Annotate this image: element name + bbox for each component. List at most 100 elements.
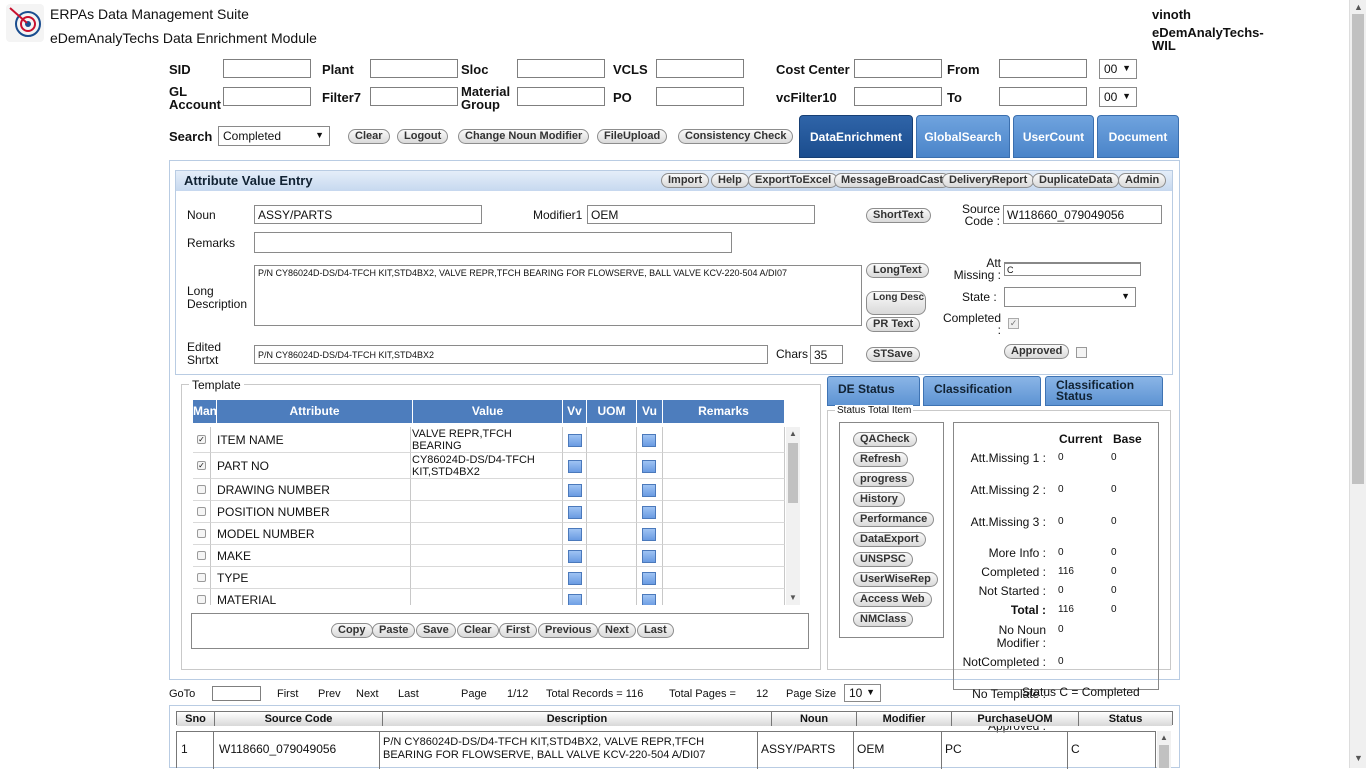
tab-user-count[interactable]: UserCount [1013,115,1094,158]
value-picker-button[interactable] [568,483,582,497]
source-code-field[interactable]: W118660_079049056 [1003,205,1162,224]
uom-picker-button[interactable] [642,527,656,541]
uom-picker-button[interactable] [642,593,656,605]
value-picker-button[interactable] [568,505,582,519]
change-noun-modifier-button[interactable]: Change Noun Modifier [458,129,590,144]
clear-button[interactable]: Clear [348,129,390,144]
goto-input[interactable] [212,686,261,701]
long-desc-button[interactable]: Long Desc [866,291,926,315]
scroll-up-icon[interactable]: ▲ [1160,733,1168,742]
pager-prev-link[interactable]: Prev [318,688,341,700]
tab-data-enrichment[interactable]: DataEnrichment [799,115,913,158]
uom-picker-button[interactable] [642,483,656,497]
modifier-field[interactable]: OEM [587,205,815,224]
approved-checkbox[interactable] [1076,347,1087,358]
template-scrollbar[interactable]: ▲ ▼ [786,427,800,605]
refresh-button[interactable]: Refresh [853,452,908,467]
progress-button[interactable]: progress [853,472,915,487]
access-web-button[interactable]: Access Web [853,592,932,607]
long-text-button[interactable]: LongText [866,263,929,278]
scroll-up-icon[interactable]: ▲ [1354,2,1363,12]
gl-account-input[interactable] [223,87,311,106]
mandatory-checkbox[interactable] [197,594,206,604]
from-time-select[interactable]: 00 ▼ [1099,59,1137,79]
duplicate-data-button[interactable]: DuplicateData [1032,173,1120,188]
message-broadcast-button[interactable]: MessageBroadCast [834,173,951,188]
consistency-check-button[interactable]: Consistency Check [678,129,794,144]
search-status-select[interactable]: Completed ▼ [218,126,330,146]
uom-picker-button[interactable] [642,459,656,473]
mandatory-checkbox[interactable] [197,484,206,494]
att-missing-field[interactable]: C [1004,262,1141,276]
uom-picker-button[interactable] [642,571,656,585]
next-button[interactable]: Next [598,623,636,638]
scroll-thumb[interactable] [788,443,798,503]
sid-input[interactable] [223,59,311,78]
last-button[interactable]: Last [637,623,674,638]
scroll-down-icon[interactable]: ▼ [789,593,797,602]
delivery-report-button[interactable]: DeliveryReport [942,173,1035,188]
attribute-value[interactable]: VALVE REPR,TFCH BEARING [412,428,560,452]
mandatory-checkbox[interactable]: ✓ [197,460,206,470]
st-save-button[interactable]: STSave [866,347,920,362]
edited-shrtxt-field[interactable]: P/N CY86024D-DS/D4-TFCH KIT,STD4BX2 [254,345,768,364]
state-select[interactable]: ▼ [1004,287,1136,307]
mandatory-checkbox[interactable] [197,550,206,560]
uom-picker-button[interactable] [642,433,656,447]
scroll-thumb[interactable] [1159,745,1169,768]
tab-classification-status[interactable]: Classification Status [1045,376,1163,406]
table-row[interactable]: ✓ PART NO CY86024D-DS/D4-TFCH KIT,STD4BX2 [193,453,785,479]
mandatory-checkbox[interactable] [197,572,206,582]
table-row[interactable]: MATERIAL [193,589,785,605]
scroll-down-icon[interactable]: ▼ [1354,753,1363,763]
tab-de-status[interactable]: DE Status [827,376,920,406]
noun-field[interactable]: ASSY/PARTS [254,205,482,224]
sloc-input[interactable] [517,59,605,78]
from-date-input[interactable] [999,59,1087,78]
tab-document[interactable]: Document [1097,115,1179,158]
scroll-up-icon[interactable]: ▲ [789,429,797,438]
help-button[interactable]: Help [711,173,749,188]
export-to-excel-button[interactable]: ExportToExcel [748,173,839,188]
vcfilter10-input[interactable] [854,87,942,106]
to-time-select[interactable]: 00 ▼ [1099,87,1137,107]
material-group-input[interactable] [517,87,605,106]
completed-checkbox[interactable]: ✓ [1008,318,1019,329]
pr-text-button[interactable]: PR Text [866,317,921,332]
value-picker-button[interactable] [568,571,582,585]
pager-first-link[interactable]: First [277,688,298,700]
table-row[interactable]: 1 W118660_079049056 P/N CY86024D-DS/D4-T… [176,731,1156,769]
performance-button[interactable]: Performance [853,512,935,527]
table-row[interactable]: MAKE [193,545,785,567]
save-button[interactable]: Save [416,623,456,638]
admin-button[interactable]: Admin [1118,173,1167,188]
cost-center-input[interactable] [854,59,942,78]
file-upload-button[interactable]: FileUpload [597,129,668,144]
table-row[interactable]: TYPE [193,567,785,589]
table-row[interactable]: POSITION NUMBER [193,501,785,523]
value-picker-button[interactable] [568,527,582,541]
qa-check-button[interactable]: QACheck [853,432,917,447]
template-clear-button[interactable]: Clear [457,623,499,638]
value-picker-button[interactable] [568,459,582,473]
uom-picker-button[interactable] [642,549,656,563]
mandatory-checkbox[interactable]: ✓ [197,434,206,444]
user-wise-rep-button[interactable]: UserWiseRep [853,572,938,587]
mandatory-checkbox[interactable] [197,528,206,538]
tab-classification[interactable]: Classification [923,376,1041,406]
pager-next-link[interactable]: Next [356,688,379,700]
mandatory-checkbox[interactable] [197,506,206,516]
pager-last-link[interactable]: Last [398,688,419,700]
attribute-value[interactable]: CY86024D-DS/D4-TFCH KIT,STD4BX2 [412,454,560,478]
filter7-input[interactable] [370,87,458,106]
value-picker-button[interactable] [568,593,582,605]
scroll-thumb[interactable] [1352,14,1364,484]
plant-input[interactable] [370,59,458,78]
unspsc-button[interactable]: UNSPSC [853,552,913,567]
tab-global-search[interactable]: GlobalSearch [916,115,1010,158]
row-source-code[interactable]: W118660_079049056 [219,742,336,756]
copy-button[interactable]: Copy [331,623,373,638]
table-row[interactable]: ✓ ITEM NAME VALVE REPR,TFCH BEARING [193,427,785,453]
short-text-button[interactable]: ShortText [866,208,931,223]
vcls-input[interactable] [656,59,744,78]
